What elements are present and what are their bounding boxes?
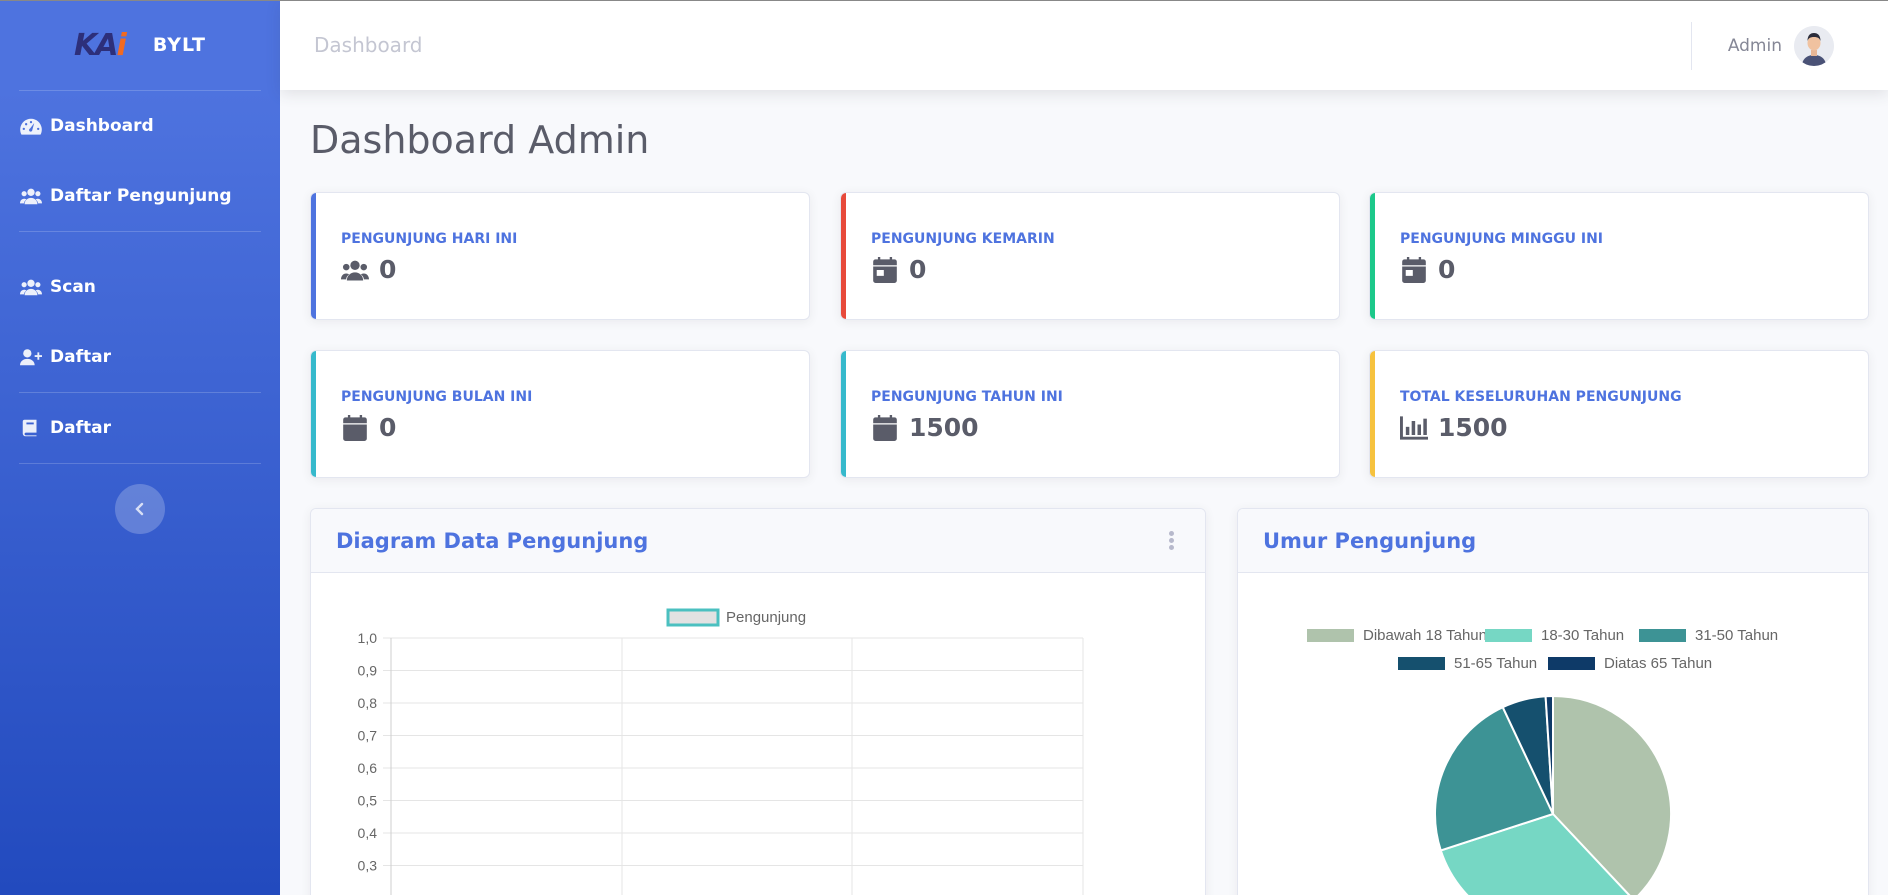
panel-title: Diagram Data Pengunjung bbox=[336, 528, 649, 553]
stat-value: 0 bbox=[379, 413, 397, 442]
user-plus-icon bbox=[20, 349, 42, 366]
legend-label: 18-30 Tahun bbox=[1541, 627, 1624, 644]
calendar-icon bbox=[1402, 256, 1426, 283]
legend-swatch bbox=[1548, 657, 1595, 670]
card-accent bbox=[1370, 193, 1375, 319]
sidebar-item-daftar-pengunjung[interactable]: Daftar Pengunjung bbox=[0, 161, 280, 231]
stat-label: PENGUNJUNG BULAN INI bbox=[341, 389, 533, 405]
stat-label: PENGUNJUNG MINGGU INI bbox=[1400, 231, 1603, 247]
stat-card-year: PENGUNJUNG TAHUN INI 1500 bbox=[840, 350, 1340, 478]
topbar-title: Dashboard bbox=[314, 33, 423, 57]
topbar: Dashboard Admin bbox=[280, 0, 1888, 90]
card-accent bbox=[311, 193, 316, 319]
visitors-line-chart: Pengunjung 1,0 0,9 0,8 0,7 0,6 0,5 0,4 0,3 bbox=[358, 608, 1084, 895]
users-icon bbox=[20, 279, 42, 296]
legend-swatch bbox=[1639, 629, 1686, 642]
legend-label: Pengunjung bbox=[726, 609, 806, 626]
panel-title: Umur Pengunjung bbox=[1263, 528, 1477, 553]
y-tick-label: 1,0 bbox=[358, 630, 378, 646]
sidebar-item-label: Dashboard bbox=[50, 116, 154, 136]
users-icon bbox=[20, 188, 42, 205]
sidebar-item-daftar-book[interactable]: Daftar bbox=[0, 393, 280, 463]
card-accent bbox=[311, 351, 316, 477]
topbar-divider bbox=[1690, 22, 1692, 70]
legend-label: Dibawah 18 Tahun bbox=[1363, 627, 1487, 644]
book-icon bbox=[22, 419, 37, 437]
stat-label: PENGUNJUNG TAHUN INI bbox=[871, 389, 1063, 405]
user-menu[interactable]: Admin bbox=[1690, 22, 1888, 70]
legend-swatch bbox=[1307, 629, 1354, 642]
panel-header: Umur Pengunjung bbox=[1238, 509, 1868, 573]
chart-legend: Pengunjung bbox=[666, 608, 806, 627]
sidebar-toggle-button[interactable] bbox=[115, 484, 165, 534]
card-accent bbox=[841, 193, 846, 319]
y-tick-label: 0,4 bbox=[358, 825, 378, 841]
calendar-icon bbox=[873, 414, 897, 441]
stat-card-month: PENGUNJUNG BULAN INI 0 bbox=[310, 350, 810, 478]
y-tick-label: 0,8 bbox=[358, 695, 378, 711]
calendar-icon bbox=[873, 256, 897, 283]
sidebar-item-daftar[interactable]: Daftar bbox=[0, 322, 280, 392]
sidebar-item-label: Daftar bbox=[50, 347, 111, 367]
stat-value: 0 bbox=[1438, 255, 1456, 284]
sidebar-brand[interactable]: KAi BYLT bbox=[0, 0, 280, 90]
legend-swatch bbox=[1398, 657, 1445, 670]
chevron-left-icon bbox=[135, 502, 144, 516]
y-tick-label: 0,3 bbox=[358, 858, 378, 874]
stat-label: PENGUNJUNG KEMARIN bbox=[871, 231, 1055, 247]
stat-label: TOTAL KESELURUHAN PENGUNJUNG bbox=[1400, 389, 1682, 405]
chart-legend: Dibawah 18 Tahun 18-30 Tahun 31-50 Tahun 51… bbox=[1307, 627, 1778, 672]
sidebar-item-label: Scan bbox=[50, 277, 96, 297]
kai-logo: KAi bbox=[74, 27, 127, 63]
legend-label: Diatas 65 Tahun bbox=[1604, 655, 1712, 672]
legend-label: 31-50 Tahun bbox=[1695, 627, 1778, 644]
user-name[interactable]: Admin bbox=[1728, 36, 1782, 56]
user-avatar-icon bbox=[1794, 26, 1834, 66]
sidebar-item-dashboard[interactable]: Dashboard bbox=[0, 91, 280, 161]
page-title: Dashboard Admin bbox=[310, 118, 650, 162]
sidebar-item-scan[interactable]: Scan bbox=[0, 252, 280, 322]
panel-header: Diagram Data Pengunjung bbox=[311, 509, 1205, 573]
stat-card-today: PENGUNJUNG HARI INI 0 bbox=[310, 192, 810, 320]
legend-swatch bbox=[1485, 629, 1532, 642]
age-pie-chart: Dibawah 18 Tahun 18-30 Tahun 31-50 Tahun 51… bbox=[1307, 627, 1778, 895]
visitors-chart-panel: Diagram Data Pengunjung Pengunjung 1,0 0,9… bbox=[310, 508, 1206, 895]
brand-name: BYLT bbox=[152, 34, 206, 56]
sidebar-item-label: Daftar Pengunjung bbox=[50, 186, 232, 206]
tachometer-icon bbox=[20, 118, 42, 135]
stat-value: 1500 bbox=[909, 413, 979, 442]
avatar[interactable] bbox=[1794, 26, 1834, 66]
legend-swatch bbox=[666, 608, 720, 627]
calendar-icon bbox=[343, 414, 367, 441]
sidebar-divider bbox=[19, 463, 261, 464]
stat-value: 1500 bbox=[1438, 413, 1508, 442]
card-accent bbox=[841, 351, 846, 477]
y-tick-label: 0,5 bbox=[358, 793, 378, 809]
stat-card-yesterday: PENGUNJUNG KEMARIN 0 bbox=[840, 192, 1340, 320]
age-chart-panel: Umur Pengunjung Dibawah 18 Tahun 18-30 Ta… bbox=[1237, 508, 1869, 895]
sidebar-item-label: Daftar bbox=[50, 418, 111, 438]
stat-value: 0 bbox=[909, 255, 927, 284]
users-icon bbox=[341, 260, 369, 280]
more-options-icon[interactable] bbox=[1167, 531, 1175, 551]
stat-card-total: TOTAL KESELURUHAN PENGUNJUNG 1500 bbox=[1369, 350, 1869, 478]
legend-label: 51-65 Tahun bbox=[1454, 655, 1537, 672]
y-tick-label: 0,7 bbox=[358, 728, 378, 744]
card-accent bbox=[1370, 351, 1375, 477]
window-top-border bbox=[0, 0, 1888, 1]
y-tick-label: 0,9 bbox=[358, 663, 378, 679]
stat-label: PENGUNJUNG HARI INI bbox=[341, 231, 518, 247]
sidebar: KAi BYLT Dashboard Daftar Pengunjung Sca… bbox=[0, 0, 280, 895]
y-tick-label: 0,6 bbox=[358, 760, 378, 776]
stat-value: 0 bbox=[379, 255, 397, 284]
stat-card-week: PENGUNJUNG MINGGU INI 0 bbox=[1369, 192, 1869, 320]
chart-bar-icon bbox=[1400, 415, 1428, 440]
